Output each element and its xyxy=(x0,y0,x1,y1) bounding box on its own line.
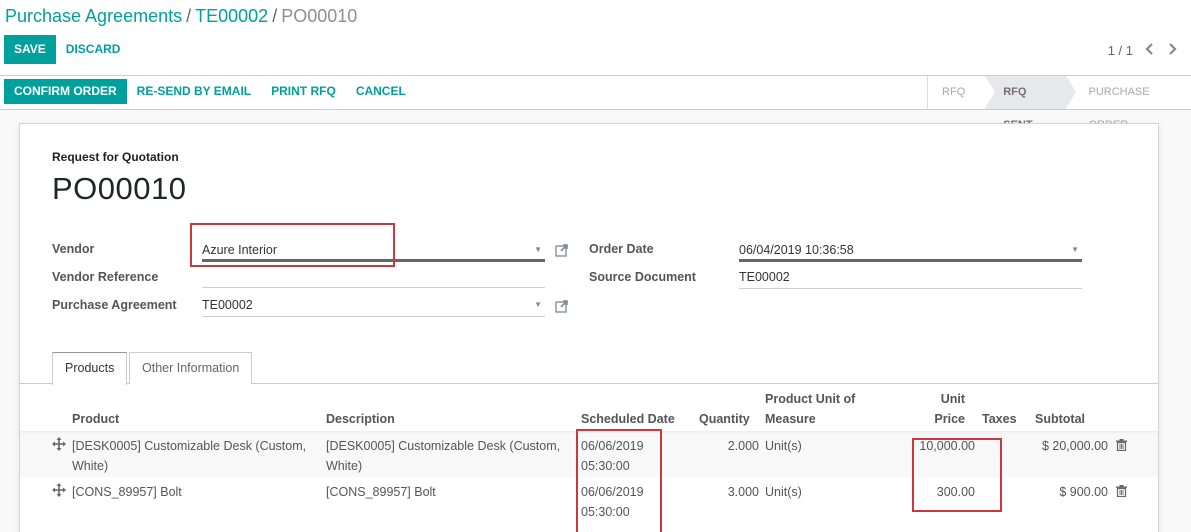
vendor-label: Vendor xyxy=(52,242,95,256)
unit-price-cell[interactable]: 300.00 xyxy=(900,482,975,502)
product-name-line1: [DESK0005] Customizable Desk (Custom, xyxy=(72,439,307,453)
breadcrumb-purchase-agreements[interactable]: Purchase Agreements xyxy=(5,6,182,26)
action-buttons: CONFIRM ORDER RE-SEND BY EMAIL PRINT RFQ… xyxy=(4,79,416,104)
quantity-cell[interactable]: 3.000 xyxy=(710,482,759,502)
description-line1: [DESK0005] Customizable Desk (Custom, xyxy=(326,439,561,453)
pager-next-icon[interactable] xyxy=(1167,42,1177,58)
scheduled-date-cell[interactable]: 06/06/2019 05:30:00 xyxy=(581,436,644,476)
uom-cell[interactable]: Unit(s) xyxy=(765,436,802,456)
dropdown-caret-icon[interactable]: ▼ xyxy=(534,238,542,262)
vendor-value: Azure Interior xyxy=(202,243,278,257)
pager: 1 / 1 xyxy=(1108,42,1177,58)
status-step-rfq-sent[interactable]: RFQ SENT xyxy=(985,76,1077,131)
scheduled-date-line2: 05:30:00 xyxy=(581,459,630,473)
document-name: PO00010 xyxy=(52,171,187,206)
dropdown-caret-icon[interactable]: ▼ xyxy=(1071,238,1079,262)
product-cell[interactable]: [CONS_89957] Bolt xyxy=(72,482,182,502)
vendor-reference-label: Vendor Reference xyxy=(52,270,159,284)
subtotal-cell: $ 900.00 xyxy=(1059,485,1108,499)
scheduled-date-line2: 05:30:00 xyxy=(581,505,630,519)
tab-products[interactable]: Products xyxy=(52,352,128,385)
scheduled-date-line1: 06/06/2019 xyxy=(581,485,644,499)
column-description[interactable]: Description xyxy=(326,409,395,429)
order-date-value: 06/04/2019 10:36:58 xyxy=(739,243,854,257)
scheduled-date-line1: 06/06/2019 xyxy=(581,439,644,453)
column-quantity[interactable]: Quantity xyxy=(699,409,750,429)
column-uom-line2[interactable]: Measure xyxy=(765,409,816,429)
pager-value[interactable]: 1 / 1 xyxy=(1108,43,1133,58)
vendor-reference-field[interactable] xyxy=(202,264,545,288)
order-date-field[interactable]: 06/04/2019 10:36:58 ▼ xyxy=(739,238,1082,262)
product-name-line1: [CONS_89957] Bolt xyxy=(72,485,182,499)
description-line1: [CONS_89957] Bolt xyxy=(326,485,436,499)
edit-buttons: SAVE DISCARD xyxy=(4,35,130,64)
dropdown-caret-icon[interactable]: ▼ xyxy=(534,293,542,317)
subtotal-cell: $ 20,000.00 xyxy=(1041,439,1108,453)
confirm-order-button[interactable]: CONFIRM ORDER xyxy=(4,79,127,104)
trash-icon[interactable] xyxy=(1116,485,1127,498)
unit-price-cell[interactable]: 10,000.00 xyxy=(900,436,975,456)
breadcrumb-te00002[interactable]: TE00002 xyxy=(195,6,268,26)
column-unit-price-line2[interactable]: Price xyxy=(915,409,965,429)
purchase-agreement-value: TE00002 xyxy=(202,298,253,312)
control-panel: Purchase Agreements / TE00002/PO00010 SAVE… xyxy=(0,0,1191,76)
product-name-line2: White) xyxy=(72,459,109,473)
source-document-label: Source Document xyxy=(589,270,696,284)
save-button[interactable]: SAVE xyxy=(4,35,56,64)
discard-button[interactable]: DISCARD xyxy=(56,35,131,64)
column-subtotal[interactable]: Subtotal xyxy=(1035,409,1085,429)
form-sheet: Request for Quotation PO00010 Vendor Azu… xyxy=(19,123,1159,532)
description-cell[interactable]: [CONS_89957] Bolt xyxy=(326,482,436,502)
table-row[interactable]: [CONS_89957] Bolt [CONS_89957] Bolt 06/0… xyxy=(20,477,1158,523)
source-document-field[interactable]: TE00002 xyxy=(739,265,1082,289)
order-lines-header: Product Description Scheduled Date Quant… xyxy=(20,386,1158,432)
table-row[interactable]: [DESK0005] Customizable Desk (Custom, Wh… xyxy=(20,431,1158,477)
column-uom-line1[interactable]: Product Unit of xyxy=(765,389,855,409)
resend-email-button[interactable]: RE-SEND BY EMAIL xyxy=(127,79,261,104)
purchase-agreement-label: Purchase Agreement xyxy=(52,298,177,312)
pager-previous-icon[interactable] xyxy=(1145,42,1155,58)
breadcrumb: Purchase Agreements / TE00002/PO00010 xyxy=(5,5,357,27)
column-unit-price-line1[interactable]: Unit xyxy=(915,389,965,409)
source-document-value: TE00002 xyxy=(739,270,790,284)
print-rfq-button[interactable]: PRINT RFQ xyxy=(261,79,346,104)
description-cell[interactable]: [DESK0005] Customizable Desk (Custom, Wh… xyxy=(326,436,560,476)
status-step-purchase-order[interactable]: PURCHASE ORDER xyxy=(1066,76,1191,131)
quantity-cell[interactable]: 2.000 xyxy=(710,436,759,456)
column-product[interactable]: Product xyxy=(72,409,119,429)
breadcrumb-separator: / xyxy=(186,6,192,26)
status-step-rfq[interactable]: RFQ xyxy=(928,76,985,109)
uom-cell[interactable]: Unit(s) xyxy=(765,482,802,502)
product-cell[interactable]: [DESK0005] Customizable Desk (Custom, Wh… xyxy=(72,436,306,476)
external-link-icon[interactable] xyxy=(555,299,569,313)
drag-handle-icon[interactable] xyxy=(52,437,66,451)
cancel-button[interactable]: CANCEL xyxy=(346,79,416,104)
description-line2: White) xyxy=(326,459,363,473)
order-date-label: Order Date xyxy=(589,242,654,256)
form-statusbar: CONFIRM ORDER RE-SEND BY EMAIL PRINT RFQ… xyxy=(0,76,1191,131)
external-link-icon[interactable] xyxy=(555,243,569,257)
drag-handle-icon[interactable] xyxy=(52,483,66,497)
column-scheduled-date[interactable]: Scheduled Date xyxy=(581,409,675,429)
purchase-agreement-field[interactable]: TE00002 ▼ xyxy=(202,293,545,317)
column-taxes[interactable]: Taxes xyxy=(982,409,1017,429)
trash-icon[interactable] xyxy=(1116,439,1127,452)
vendor-field[interactable]: Azure Interior ▼ xyxy=(202,238,545,262)
status-steps: RFQ RFQ SENT PURCHASE ORDER xyxy=(927,76,1191,131)
tab-other-information[interactable]: Other Information xyxy=(129,352,253,384)
breadcrumb-separator: / xyxy=(272,6,278,26)
notebook-tabs: Products Other Information xyxy=(20,352,1158,385)
breadcrumb-current: PO00010 xyxy=(281,6,358,26)
scheduled-date-cell[interactable]: 06/06/2019 05:30:00 xyxy=(581,482,644,522)
document-type-label: Request for Quotation xyxy=(52,150,179,164)
